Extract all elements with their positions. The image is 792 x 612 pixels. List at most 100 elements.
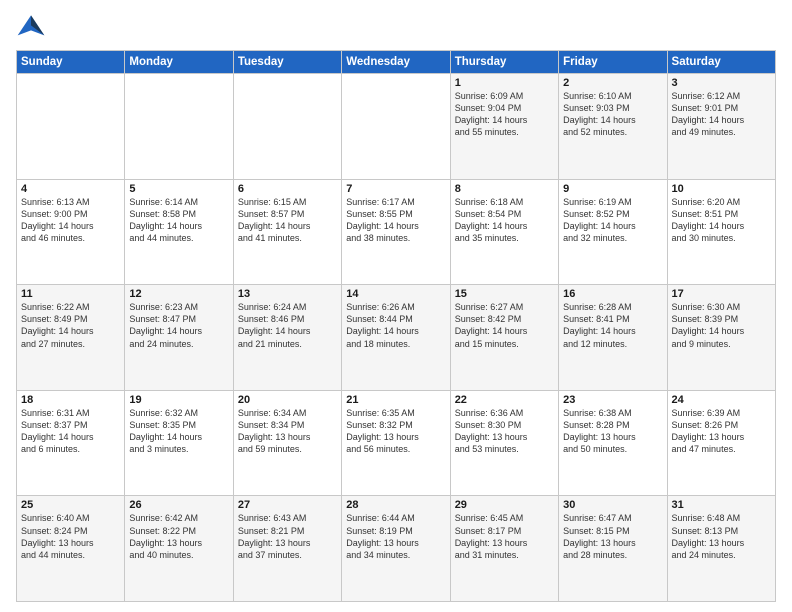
day-number: 9 [563, 183, 662, 195]
day-info: Sunrise: 6:36 AM Sunset: 8:30 PM Dayligh… [455, 407, 554, 456]
calendar-week-4: 18Sunrise: 6:31 AM Sunset: 8:37 PM Dayli… [17, 390, 776, 496]
day-info: Sunrise: 6:17 AM Sunset: 8:55 PM Dayligh… [346, 196, 445, 245]
calendar-cell: 25Sunrise: 6:40 AM Sunset: 8:24 PM Dayli… [17, 496, 125, 602]
day-info: Sunrise: 6:23 AM Sunset: 8:47 PM Dayligh… [129, 301, 228, 350]
calendar-cell: 28Sunrise: 6:44 AM Sunset: 8:19 PM Dayli… [342, 496, 450, 602]
day-number: 5 [129, 183, 228, 195]
day-number: 6 [238, 183, 337, 195]
logo [16, 12, 50, 42]
calendar-cell [17, 74, 125, 180]
calendar-cell: 27Sunrise: 6:43 AM Sunset: 8:21 PM Dayli… [233, 496, 341, 602]
calendar-cell: 9Sunrise: 6:19 AM Sunset: 8:52 PM Daylig… [559, 179, 667, 285]
day-info: Sunrise: 6:20 AM Sunset: 8:51 PM Dayligh… [672, 196, 771, 245]
day-info: Sunrise: 6:43 AM Sunset: 8:21 PM Dayligh… [238, 512, 337, 561]
day-number: 20 [238, 394, 337, 406]
weekday-header-thursday: Thursday [450, 51, 558, 74]
calendar-cell [233, 74, 341, 180]
day-number: 11 [21, 288, 120, 300]
calendar-cell: 11Sunrise: 6:22 AM Sunset: 8:49 PM Dayli… [17, 285, 125, 391]
weekday-header-wednesday: Wednesday [342, 51, 450, 74]
calendar-header: SundayMondayTuesdayWednesdayThursdayFrid… [17, 51, 776, 74]
weekday-header-tuesday: Tuesday [233, 51, 341, 74]
day-number: 2 [563, 77, 662, 89]
calendar-cell [125, 74, 233, 180]
day-number: 27 [238, 499, 337, 511]
day-number: 13 [238, 288, 337, 300]
day-number: 15 [455, 288, 554, 300]
weekday-header-monday: Monday [125, 51, 233, 74]
calendar-cell: 7Sunrise: 6:17 AM Sunset: 8:55 PM Daylig… [342, 179, 450, 285]
day-info: Sunrise: 6:39 AM Sunset: 8:26 PM Dayligh… [672, 407, 771, 456]
day-number: 8 [455, 183, 554, 195]
day-number: 30 [563, 499, 662, 511]
day-number: 10 [672, 183, 771, 195]
calendar-cell: 2Sunrise: 6:10 AM Sunset: 9:03 PM Daylig… [559, 74, 667, 180]
day-number: 22 [455, 394, 554, 406]
day-info: Sunrise: 6:40 AM Sunset: 8:24 PM Dayligh… [21, 512, 120, 561]
calendar-cell: 12Sunrise: 6:23 AM Sunset: 8:47 PM Dayli… [125, 285, 233, 391]
calendar-table: SundayMondayTuesdayWednesdayThursdayFrid… [16, 50, 776, 602]
day-info: Sunrise: 6:18 AM Sunset: 8:54 PM Dayligh… [455, 196, 554, 245]
weekday-header-sunday: Sunday [17, 51, 125, 74]
day-number: 25 [21, 499, 120, 511]
day-info: Sunrise: 6:45 AM Sunset: 8:17 PM Dayligh… [455, 512, 554, 561]
calendar-cell: 26Sunrise: 6:42 AM Sunset: 8:22 PM Dayli… [125, 496, 233, 602]
calendar-cell: 17Sunrise: 6:30 AM Sunset: 8:39 PM Dayli… [667, 285, 775, 391]
day-number: 29 [455, 499, 554, 511]
weekday-header-saturday: Saturday [667, 51, 775, 74]
logo-icon [16, 12, 46, 42]
calendar-week-1: 1Sunrise: 6:09 AM Sunset: 9:04 PM Daylig… [17, 74, 776, 180]
calendar-cell: 10Sunrise: 6:20 AM Sunset: 8:51 PM Dayli… [667, 179, 775, 285]
calendar-cell: 30Sunrise: 6:47 AM Sunset: 8:15 PM Dayli… [559, 496, 667, 602]
day-info: Sunrise: 6:47 AM Sunset: 8:15 PM Dayligh… [563, 512, 662, 561]
day-number: 21 [346, 394, 445, 406]
day-number: 26 [129, 499, 228, 511]
day-number: 23 [563, 394, 662, 406]
calendar-cell: 15Sunrise: 6:27 AM Sunset: 8:42 PM Dayli… [450, 285, 558, 391]
day-info: Sunrise: 6:30 AM Sunset: 8:39 PM Dayligh… [672, 301, 771, 350]
day-info: Sunrise: 6:28 AM Sunset: 8:41 PM Dayligh… [563, 301, 662, 350]
day-info: Sunrise: 6:27 AM Sunset: 8:42 PM Dayligh… [455, 301, 554, 350]
calendar-cell: 1Sunrise: 6:09 AM Sunset: 9:04 PM Daylig… [450, 74, 558, 180]
calendar-week-2: 4Sunrise: 6:13 AM Sunset: 9:00 PM Daylig… [17, 179, 776, 285]
day-info: Sunrise: 6:09 AM Sunset: 9:04 PM Dayligh… [455, 90, 554, 139]
calendar-cell: 8Sunrise: 6:18 AM Sunset: 8:54 PM Daylig… [450, 179, 558, 285]
calendar-cell: 5Sunrise: 6:14 AM Sunset: 8:58 PM Daylig… [125, 179, 233, 285]
day-number: 16 [563, 288, 662, 300]
calendar-cell: 14Sunrise: 6:26 AM Sunset: 8:44 PM Dayli… [342, 285, 450, 391]
day-number: 28 [346, 499, 445, 511]
header [16, 12, 776, 42]
calendar-cell: 21Sunrise: 6:35 AM Sunset: 8:32 PM Dayli… [342, 390, 450, 496]
day-info: Sunrise: 6:34 AM Sunset: 8:34 PM Dayligh… [238, 407, 337, 456]
day-info: Sunrise: 6:19 AM Sunset: 8:52 PM Dayligh… [563, 196, 662, 245]
calendar-week-5: 25Sunrise: 6:40 AM Sunset: 8:24 PM Dayli… [17, 496, 776, 602]
calendar-cell: 22Sunrise: 6:36 AM Sunset: 8:30 PM Dayli… [450, 390, 558, 496]
weekday-row: SundayMondayTuesdayWednesdayThursdayFrid… [17, 51, 776, 74]
calendar-cell: 18Sunrise: 6:31 AM Sunset: 8:37 PM Dayli… [17, 390, 125, 496]
day-info: Sunrise: 6:14 AM Sunset: 8:58 PM Dayligh… [129, 196, 228, 245]
calendar-week-3: 11Sunrise: 6:22 AM Sunset: 8:49 PM Dayli… [17, 285, 776, 391]
day-number: 3 [672, 77, 771, 89]
calendar-cell: 4Sunrise: 6:13 AM Sunset: 9:00 PM Daylig… [17, 179, 125, 285]
calendar-cell: 24Sunrise: 6:39 AM Sunset: 8:26 PM Dayli… [667, 390, 775, 496]
day-info: Sunrise: 6:24 AM Sunset: 8:46 PM Dayligh… [238, 301, 337, 350]
day-number: 12 [129, 288, 228, 300]
page: SundayMondayTuesdayWednesdayThursdayFrid… [0, 0, 792, 612]
day-info: Sunrise: 6:22 AM Sunset: 8:49 PM Dayligh… [21, 301, 120, 350]
calendar-cell: 29Sunrise: 6:45 AM Sunset: 8:17 PM Dayli… [450, 496, 558, 602]
day-info: Sunrise: 6:35 AM Sunset: 8:32 PM Dayligh… [346, 407, 445, 456]
calendar-cell: 16Sunrise: 6:28 AM Sunset: 8:41 PM Dayli… [559, 285, 667, 391]
day-info: Sunrise: 6:42 AM Sunset: 8:22 PM Dayligh… [129, 512, 228, 561]
calendar-cell: 31Sunrise: 6:48 AM Sunset: 8:13 PM Dayli… [667, 496, 775, 602]
day-number: 31 [672, 499, 771, 511]
day-info: Sunrise: 6:32 AM Sunset: 8:35 PM Dayligh… [129, 407, 228, 456]
calendar-cell: 3Sunrise: 6:12 AM Sunset: 9:01 PM Daylig… [667, 74, 775, 180]
day-info: Sunrise: 6:48 AM Sunset: 8:13 PM Dayligh… [672, 512, 771, 561]
day-number: 4 [21, 183, 120, 195]
day-info: Sunrise: 6:44 AM Sunset: 8:19 PM Dayligh… [346, 512, 445, 561]
calendar-cell: 13Sunrise: 6:24 AM Sunset: 8:46 PM Dayli… [233, 285, 341, 391]
calendar-cell: 20Sunrise: 6:34 AM Sunset: 8:34 PM Dayli… [233, 390, 341, 496]
calendar-cell: 19Sunrise: 6:32 AM Sunset: 8:35 PM Dayli… [125, 390, 233, 496]
day-number: 14 [346, 288, 445, 300]
day-number: 1 [455, 77, 554, 89]
